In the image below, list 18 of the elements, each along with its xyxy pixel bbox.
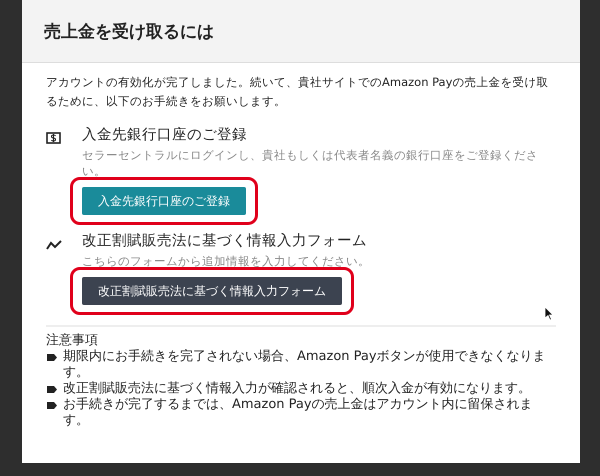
note-text: 改正割賦販売法に基づく情報入力が確認されると、順次入金が有効になります。 <box>63 381 531 397</box>
tag-icon <box>46 385 58 394</box>
notes-heading: 注意事項 <box>46 333 99 349</box>
step-title: 入金先銀行口座のご登録 <box>82 126 248 145</box>
intro-text: アカウントの有効化が完了しました。続いて、貴社サイトでのAmazon Payの売上金を受け取るために、以下のお手続きをお願いします。 <box>46 74 550 110</box>
action-button[interactable]: 改正割賦販売法に基づく情報入力フォーム <box>82 277 342 305</box>
note-text: 期限内にお手続きを完了されない場合、Amazon Payボタンが使用できなくなります。 <box>63 349 547 381</box>
action-button[interactable]: 入金先銀行口座のご登録 <box>82 187 246 215</box>
step-title: 改正割賦販売法に基づく情報入力フォーム <box>82 232 368 251</box>
note-text: お手続きが完了するまでは、Amazon Payの売上金はアカウント内に留保されます。 <box>63 397 534 429</box>
mouse-pointer-icon <box>544 306 554 321</box>
step-description: こちらのフォームから追加情報を入力してください。 <box>82 253 371 269</box>
step-description: セラーセントラルにログインし、貴社もしくは代表者名義の銀行口座をご登録ください。 <box>82 147 539 179</box>
tag-icon <box>46 401 58 410</box>
dialog-title: 売上金を受け取るには <box>44 20 214 42</box>
line-chart-icon <box>46 240 62 250</box>
tag-icon <box>46 353 58 362</box>
dollar-bill-icon <box>46 132 61 144</box>
